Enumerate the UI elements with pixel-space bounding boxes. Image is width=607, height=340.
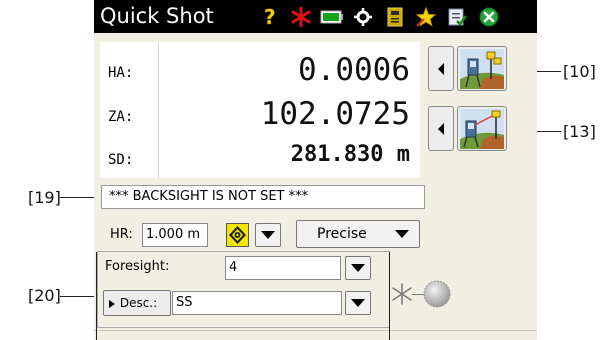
total-station-store-icon <box>460 108 504 149</box>
data-card-icon[interactable] <box>384 6 406 28</box>
callout-20: [20] <box>28 286 61 305</box>
za-label: ZA: <box>108 109 134 125</box>
measurement-readout: HA: 0.0006 ZA: 102.0725 SD: 281.830 m <box>100 42 420 178</box>
chevron-down-icon <box>351 264 365 272</box>
callout-20-bracket-left <box>96 252 97 340</box>
foresight-label: Foresight: <box>105 259 170 274</box>
description-button[interactable]: Desc.: <box>103 290 171 316</box>
checklist-icon[interactable] <box>446 6 468 28</box>
help-icon[interactable]: ? <box>259 6 281 28</box>
screen-bottom-divider <box>94 330 537 331</box>
ha-label: HA: <box>108 65 134 81</box>
description-dropdown-button[interactable] <box>345 291 371 315</box>
measure-mode-select[interactable]: Precise <box>296 220 420 248</box>
callout-19: [19] <box>28 188 61 207</box>
signal-strength-indicator-icon <box>423 280 451 308</box>
description-button-label: Desc.: <box>119 296 158 310</box>
chevron-down-icon <box>395 230 409 238</box>
favorites-star-icon[interactable] <box>415 6 437 28</box>
chevron-down-icon <box>351 299 365 307</box>
ha-value: 0.0006 <box>298 52 410 88</box>
za-value: 102.0725 <box>260 96 410 132</box>
callout-20-bracket-right <box>389 252 390 340</box>
settings-gear-icon[interactable] <box>352 6 374 28</box>
prism-dropdown-button[interactable] <box>255 223 281 247</box>
laser-pointer-icon[interactable] <box>290 6 312 28</box>
readout-divider <box>158 42 159 178</box>
hr-label: HR: <box>110 227 133 242</box>
callout-20-line <box>60 296 96 297</box>
sd-value: 281.830 m <box>290 142 410 167</box>
arrow-left-icon <box>438 62 444 75</box>
laser-off-indicator-icon <box>392 283 412 305</box>
measure-button[interactable] <box>457 46 507 91</box>
measure-mode-value: Precise <box>317 226 367 242</box>
close-icon[interactable] <box>478 6 500 28</box>
hr-input[interactable]: 1.000 m <box>142 223 208 247</box>
foresight-input[interactable]: 4 <box>225 256 341 280</box>
window-title: Quick Shot <box>100 4 214 28</box>
battery-icon[interactable] <box>319 6 345 28</box>
collapse-arrow-button-top[interactable] <box>428 46 454 91</box>
chevron-down-icon <box>261 231 275 239</box>
callout-10: [10] <box>563 62 596 81</box>
play-arrow-icon <box>109 299 115 308</box>
callout-13: [13] <box>563 122 596 141</box>
measure-and-store-button[interactable] <box>457 106 507 151</box>
backsight-status-message: *** BACKSIGHT IS NOT SET *** <box>101 185 425 209</box>
svg-text:?: ? <box>264 6 276 28</box>
arrow-left-icon <box>438 122 444 135</box>
quick-shot-screen: Quick Shot ? HA: 0.0006 ZA: 102.0725 SD:… <box>94 0 537 340</box>
sd-label: SD: <box>108 152 134 168</box>
description-input[interactable]: SS <box>172 291 342 315</box>
total-station-measure-icon <box>460 48 504 89</box>
title-bar: Quick Shot ? <box>94 0 537 33</box>
collapse-arrow-button-bottom[interactable] <box>428 106 454 151</box>
prism-target-icon[interactable] <box>226 223 249 247</box>
foresight-dropdown-button[interactable] <box>345 256 371 280</box>
